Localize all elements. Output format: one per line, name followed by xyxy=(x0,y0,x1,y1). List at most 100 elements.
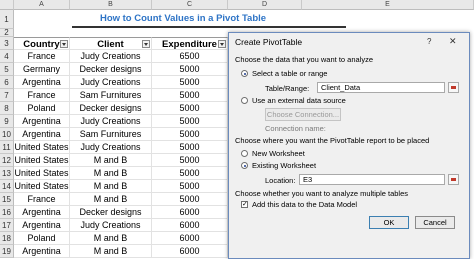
row-header[interactable]: 13 xyxy=(0,167,14,180)
existing-worksheet-label[interactable]: Existing Worksheet xyxy=(252,161,316,170)
table-range-input[interactable]: Client_Data xyxy=(317,82,445,93)
table-cell[interactable]: Decker designs xyxy=(70,206,152,219)
table-cell[interactable]: Judy Creations xyxy=(70,141,152,154)
table-cell[interactable]: France xyxy=(14,50,70,63)
table-cell[interactable]: Germany xyxy=(14,63,70,76)
row-header[interactable]: 16 xyxy=(0,206,14,219)
table-cell[interactable]: 6000 xyxy=(152,232,228,245)
table-cell[interactable]: 5000 xyxy=(152,76,228,89)
table-cell[interactable]: Sam Furnitures xyxy=(70,128,152,141)
row-header[interactable]: 10 xyxy=(0,128,14,141)
external-source-label[interactable]: Use an external data source xyxy=(252,96,346,105)
table-cell[interactable]: Judy Creations xyxy=(70,50,152,63)
add-data-model-label[interactable]: Add this data to the Data Model xyxy=(252,200,357,209)
close-icon[interactable]: ✕ xyxy=(449,36,457,47)
table-cell[interactable]: Poland xyxy=(14,232,70,245)
table-cell[interactable]: 6000 xyxy=(152,245,228,258)
table-cell[interactable]: United States xyxy=(14,154,70,167)
table-cell[interactable]: Judy Creations xyxy=(70,219,152,232)
table-cell[interactable]: M and B xyxy=(70,180,152,193)
table-cell[interactable]: 5000 xyxy=(152,167,228,180)
table-cell[interactable]: Judy Creations xyxy=(70,76,152,89)
table-cell[interactable]: M and B xyxy=(70,245,152,258)
table-cell[interactable]: Argentina xyxy=(14,206,70,219)
row-header[interactable]: 3 xyxy=(0,37,14,50)
table-cell[interactable]: M and B xyxy=(70,167,152,180)
row-header[interactable]: 7 xyxy=(0,89,14,102)
table-cell[interactable]: United States xyxy=(14,141,70,154)
row-header[interactable]: 6 xyxy=(0,76,14,89)
row-header[interactable]: 2 xyxy=(0,29,14,37)
select-all-corner[interactable] xyxy=(0,0,14,10)
table-cell[interactable]: Judy Creations xyxy=(70,115,152,128)
location-input[interactable]: E3 xyxy=(299,174,445,185)
row-header[interactable]: 9 xyxy=(0,115,14,128)
table-cell[interactable]: M and B xyxy=(70,193,152,206)
collapse-dialog-button[interactable] xyxy=(448,82,459,93)
existing-worksheet-radio[interactable] xyxy=(241,162,248,169)
select-table-label[interactable]: Select a table or range xyxy=(252,69,327,78)
ok-button[interactable]: OK xyxy=(369,216,409,229)
table-cell[interactable]: Argentina xyxy=(14,245,70,258)
table-cell[interactable]: 5000 xyxy=(152,180,228,193)
table-cell[interactable]: 5000 xyxy=(152,193,228,206)
header-expenditure[interactable]: Expenditure xyxy=(152,37,228,50)
row-header[interactable]: 5 xyxy=(0,63,14,76)
row-header[interactable]: 4 xyxy=(0,50,14,63)
table-cell[interactable]: Sam Furnitures xyxy=(70,89,152,102)
section-multiple-tables-label: Choose whether you want to analyze multi… xyxy=(235,189,409,198)
table-cell[interactable]: M and B xyxy=(70,232,152,245)
table-cell[interactable]: 5000 xyxy=(152,128,228,141)
table-cell[interactable]: 5000 xyxy=(152,89,228,102)
table-cell[interactable]: 6000 xyxy=(152,219,228,232)
table-cell[interactable]: United States xyxy=(14,167,70,180)
row-header[interactable]: 12 xyxy=(0,154,14,167)
new-worksheet-label[interactable]: New Worksheet xyxy=(252,149,305,158)
table-cell[interactable]: France xyxy=(14,193,70,206)
table-cell[interactable]: M and B xyxy=(70,154,152,167)
cancel-button[interactable]: Cancel xyxy=(415,216,455,229)
row-header[interactable]: 11 xyxy=(0,141,14,154)
table-cell[interactable]: Decker designs xyxy=(70,63,152,76)
row-header[interactable]: 18 xyxy=(0,232,14,245)
table-cell[interactable]: Argentina xyxy=(14,128,70,141)
table-cell[interactable]: 5000 xyxy=(152,63,228,76)
table-cell[interactable]: France xyxy=(14,89,70,102)
header-country[interactable]: Country xyxy=(14,37,70,50)
row-header[interactable]: 8 xyxy=(0,102,14,115)
new-worksheet-radio[interactable] xyxy=(241,150,248,157)
external-source-radio[interactable] xyxy=(241,97,248,104)
add-data-model-checkbox[interactable]: ✓ xyxy=(241,201,248,208)
row-header[interactable]: 1 xyxy=(0,10,14,29)
help-icon[interactable]: ? xyxy=(427,37,431,46)
table-cell[interactable]: 6500 xyxy=(152,50,228,63)
table-cell[interactable]: 5000 xyxy=(152,115,228,128)
table-cell[interactable]: 5000 xyxy=(152,141,228,154)
row-header[interactable]: 14 xyxy=(0,180,14,193)
row-header[interactable]: 15 xyxy=(0,193,14,206)
column-header-e[interactable]: E xyxy=(302,0,474,10)
header-client[interactable]: Client xyxy=(70,37,152,50)
table-cell[interactable]: Decker designs xyxy=(70,102,152,115)
filter-dropdown-button[interactable] xyxy=(60,40,68,48)
column-header-b[interactable]: B xyxy=(70,0,152,10)
column-header-a[interactable]: A xyxy=(14,0,70,10)
row-header[interactable]: 17 xyxy=(0,219,14,232)
choose-connection-button[interactable]: Choose Connection... xyxy=(265,108,341,121)
table-cell[interactable]: 5000 xyxy=(152,102,228,115)
column-header-d[interactable]: D xyxy=(228,0,302,10)
table-cell[interactable]: Argentina xyxy=(14,219,70,232)
table-cell[interactable]: United States xyxy=(14,180,70,193)
sheet-title[interactable]: How to Count Values in a Pivot Table xyxy=(72,12,294,26)
table-cell[interactable]: Argentina xyxy=(14,76,70,89)
table-cell[interactable]: 6000 xyxy=(152,206,228,219)
collapse-dialog-button[interactable] xyxy=(448,174,459,185)
table-cell[interactable]: Poland xyxy=(14,102,70,115)
table-cell[interactable]: Argentina xyxy=(14,115,70,128)
table-cell[interactable]: 5000 xyxy=(152,154,228,167)
column-header-c[interactable]: C xyxy=(152,0,228,10)
filter-dropdown-button[interactable] xyxy=(142,40,150,48)
filter-dropdown-button[interactable] xyxy=(218,40,226,48)
row-header[interactable]: 19 xyxy=(0,245,14,258)
select-table-radio[interactable] xyxy=(241,70,248,77)
